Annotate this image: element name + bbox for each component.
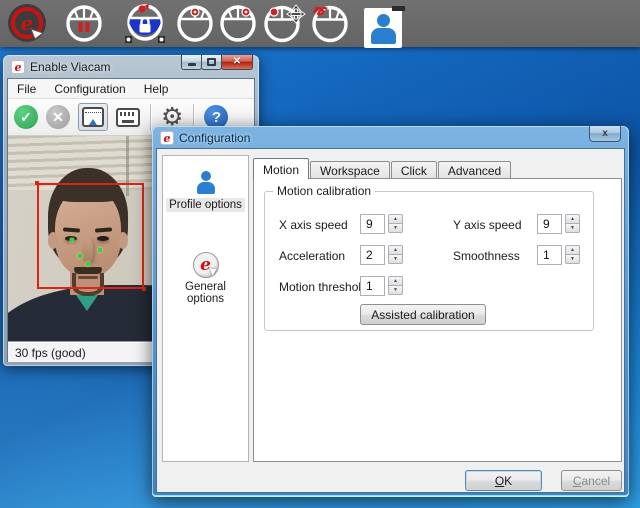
minus-badge-icon	[392, 6, 405, 11]
disable-tracking-button[interactable]: ✕	[46, 105, 70, 129]
close-button[interactable]: ✕	[221, 55, 253, 70]
x-axis-speed-input[interactable]	[360, 214, 385, 234]
tab-workspace[interactable]: Workspace	[310, 161, 390, 179]
profile-options-label: Profile options	[166, 198, 245, 212]
person-body	[371, 28, 396, 44]
mouse-pause-icon[interactable]	[64, 5, 104, 42]
mouse-drag-icon[interactable]	[263, 4, 309, 43]
tracking-marker	[98, 248, 102, 252]
spin-down-button[interactable]: ▼	[388, 254, 403, 264]
fps-status: 30 fps (good)	[15, 346, 86, 360]
y-axis-speed-label: Y axis speed	[453, 218, 522, 232]
toolbar-separator	[150, 104, 151, 130]
x-axis-speed-label: X axis speed	[279, 218, 348, 232]
main-window-title: Enable Viacam	[30, 60, 111, 74]
menu-configuration[interactable]: Configuration	[45, 79, 134, 98]
motion-threshold-input[interactable]	[360, 276, 385, 296]
onscreen-keyboard-button[interactable]	[116, 108, 140, 127]
minimize-button[interactable]	[181, 55, 202, 70]
launcher-bar: e	[0, 0, 640, 47]
y-axis-speed-spinner: ▲ ▼	[537, 214, 580, 234]
dialog-title: Configuration	[179, 131, 250, 145]
menu-bar: File Configuration Help	[8, 79, 254, 99]
profile-options-icon	[193, 170, 219, 196]
spin-down-button[interactable]: ▼	[388, 285, 403, 295]
tab-advanced[interactable]: Advanced	[438, 161, 511, 179]
sidebar-item-general-options[interactable]: e General options	[163, 252, 248, 306]
maximize-button[interactable]	[201, 55, 222, 70]
tracking-marker	[78, 254, 82, 258]
person-head	[377, 14, 390, 27]
pointer-window-toggle[interactable]	[78, 103, 108, 131]
mouse-left-click-icon[interactable]	[175, 5, 215, 42]
main-window-titlebar: e Enable Viacam	[11, 59, 111, 75]
check-icon: ✓	[20, 110, 32, 124]
mouse-draw-icon[interactable]	[308, 4, 350, 43]
enable-tracking-button[interactable]: ✓	[14, 105, 38, 129]
configuration-dialog: e Configuration x Profile options e Gene…	[152, 126, 629, 497]
smoothness-spinner: ▲ ▼	[537, 245, 580, 265]
motion-threshold-label: Motion threshold	[279, 280, 368, 294]
tracking-marker	[70, 238, 74, 242]
ok-button[interactable]: OK	[465, 470, 542, 491]
eviacam-app-icon: e	[11, 60, 25, 74]
spin-down-button[interactable]: ▼	[565, 254, 580, 264]
x-axis-speed-spinner: ▲ ▼	[360, 214, 403, 234]
motion-threshold-spinner: ▲ ▼	[360, 276, 403, 296]
eviacam-app-icon: e	[160, 131, 174, 145]
spin-down-button[interactable]: ▼	[388, 223, 403, 233]
question-icon: ?	[212, 110, 221, 125]
menu-file[interactable]: File	[8, 79, 45, 98]
group-title: Motion calibration	[273, 184, 375, 198]
general-options-label: General options	[163, 280, 248, 306]
general-options-icon: e	[193, 252, 219, 278]
gear-icon[interactable]: ⚙	[161, 104, 183, 129]
dialog-close-button[interactable]: x	[589, 126, 621, 142]
smoothness-input[interactable]	[537, 245, 562, 265]
tab-click[interactable]: Click	[391, 161, 437, 179]
pointer-window-icon	[82, 107, 104, 127]
dialog-titlebar: e Configuration	[160, 130, 250, 146]
face-tracking-rectangle	[37, 183, 144, 289]
tab-motion[interactable]: Motion	[253, 158, 309, 179]
spin-down-button[interactable]: ▼	[565, 223, 580, 233]
eviacam-logo-icon[interactable]: e	[7, 3, 47, 49]
acceleration-input[interactable]	[360, 245, 385, 265]
options-sidebar: Profile options e General options	[162, 155, 249, 462]
settings-tabs: Motion Workspace Click Advanced	[253, 159, 512, 179]
sidebar-item-profile-options[interactable]: Profile options	[163, 170, 248, 212]
profile-card-icon[interactable]	[364, 8, 402, 48]
assisted-calibration-button[interactable]: Assisted calibration	[360, 304, 486, 325]
menu-help[interactable]: Help	[135, 79, 178, 98]
cross-icon: ✕	[52, 110, 64, 124]
mouse-right-click-icon[interactable]	[218, 5, 258, 42]
y-axis-speed-input[interactable]	[537, 214, 562, 234]
smoothness-label: Smoothness	[453, 249, 520, 263]
motion-calibration-group: Motion calibration X axis speed ▲ ▼ Y ax…	[264, 191, 594, 331]
tracking-marker	[86, 262, 90, 266]
cancel-button[interactable]: Cancel	[561, 470, 622, 491]
mouse-lock-icon[interactable]	[122, 3, 168, 45]
motion-tab-panel: Motion calibration X axis speed ▲ ▼ Y ax…	[253, 178, 622, 462]
acceleration-spinner: ▲ ▼	[360, 245, 403, 265]
acceleration-label: Acceleration	[279, 249, 345, 263]
close-x-icon: x	[602, 128, 608, 139]
